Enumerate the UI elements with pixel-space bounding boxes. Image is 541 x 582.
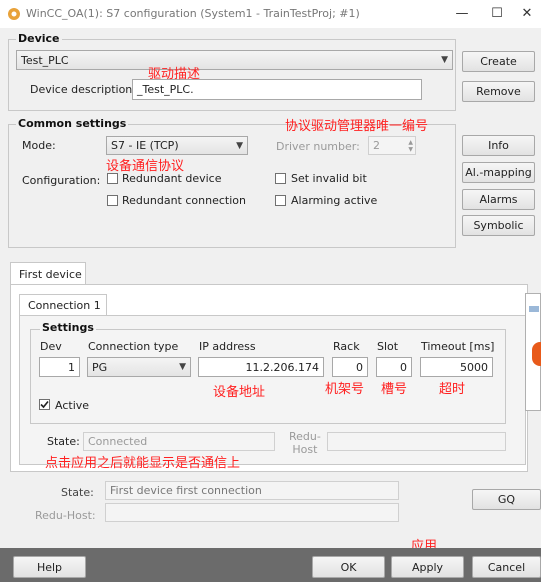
al-mapping-button[interactable]: Al.-mapping [462, 162, 535, 183]
timeout-label: Timeout [ms] [421, 340, 495, 353]
create-button[interactable]: Create [462, 51, 535, 72]
symbolic-button[interactable]: Symbolic [462, 215, 535, 236]
alarms-button[interactable]: Alarms [462, 189, 535, 210]
device-redu-host-field [105, 503, 399, 522]
rack-input[interactable]: 0 [332, 357, 368, 377]
settings-group-label: Settings [40, 321, 96, 334]
timeout-input[interactable]: 5000 [420, 357, 493, 377]
annotation-slot: 槽号 [381, 382, 408, 397]
chevron-down-icon: ▼ [441, 55, 448, 65]
annotation-timeout: 超时 [439, 382, 466, 397]
mode-label: Mode: [22, 139, 56, 152]
device-redu-host-label: Redu-Host: [35, 509, 96, 522]
annotation-apply-status: 点击应用之后就能显示是否通信上 [45, 456, 241, 471]
ok-button[interactable]: OK [312, 556, 385, 578]
window-title: WinCC_OA(1): S7 configuration (System1 -… [26, 7, 360, 20]
checkmark-icon [40, 400, 49, 409]
tab-connection-1[interactable]: Connection 1 [19, 294, 107, 316]
background-dialog-fragment [525, 293, 541, 411]
device-state-label: State: [61, 486, 94, 499]
redu-host-label: Redu- Host [289, 430, 321, 456]
maximize-icon[interactable]: ☐ [483, 3, 511, 25]
device-select[interactable]: Test_PLC ▼ [16, 50, 453, 70]
ip-address-input[interactable]: 11.2.206.174 [198, 357, 324, 377]
slot-input[interactable]: 0 [376, 357, 412, 377]
active-label: Active [55, 399, 90, 412]
device-description-label: Device description: [30, 83, 136, 96]
redundant-device-label: Redundant device [122, 172, 222, 185]
connection-type-value: PG [92, 360, 108, 374]
chevron-down-icon: ▼ [179, 362, 186, 372]
gq-button[interactable]: GQ [472, 489, 541, 510]
error-icon [532, 342, 541, 366]
help-button[interactable]: Help [13, 556, 86, 578]
alarming-active-checkbox[interactable] [275, 195, 286, 206]
common-settings-label: Common settings [16, 117, 129, 130]
device-state-field: First device first connection [105, 481, 399, 500]
annotation-driver-description: 驱动描述 [148, 67, 201, 82]
close-icon[interactable]: ✕ [513, 3, 541, 25]
dialog-title-icon [529, 306, 539, 312]
remove-button[interactable]: Remove [462, 81, 535, 102]
device-group-label: Device [16, 32, 62, 45]
connection-state-label: State: [47, 435, 80, 448]
mode-select-value: S7 - IE (TCP) [111, 139, 179, 152]
annotation-ip-address: 设备地址 [213, 385, 266, 400]
app-icon [8, 8, 20, 20]
mode-select[interactable]: S7 - IE (TCP) ▼ [106, 136, 248, 155]
spinner-arrows-icon[interactable]: ▲ ▼ [408, 139, 413, 153]
cancel-button[interactable]: Cancel [472, 556, 541, 578]
set-invalid-bit-label: Set invalid bit [291, 172, 367, 185]
apply-button[interactable]: Apply [391, 556, 464, 578]
device-description-input[interactable]: _Test_PLC. [132, 79, 422, 100]
minimize-icon[interactable]: — [448, 3, 476, 25]
alarming-active-label: Alarming active [291, 194, 378, 207]
chevron-down-icon: ▼ [236, 140, 243, 151]
active-checkbox[interactable] [39, 399, 50, 410]
driver-number-value: 2 [373, 139, 380, 152]
driver-number-spinner[interactable]: 2 ▲ ▼ [368, 136, 416, 155]
ip-address-label: IP address [199, 340, 256, 353]
tab-first-device[interactable]: First device [10, 262, 86, 285]
connection-type-select[interactable]: PG ▼ [87, 357, 191, 377]
title-bar: WinCC_OA(1): S7 configuration (System1 -… [0, 0, 541, 28]
connection-state-field: Connected [83, 432, 275, 451]
configuration-label: Configuration: [22, 174, 101, 187]
rack-label: Rack [333, 340, 360, 353]
dev-label: Dev [40, 340, 62, 353]
slot-label: Slot [377, 340, 399, 353]
redu-host-label-line2: Host [292, 443, 318, 456]
redundant-connection-checkbox[interactable] [107, 195, 118, 206]
redu-host-field [327, 432, 506, 451]
driver-number-label: Driver number: [276, 140, 360, 153]
annotation-driver-number: 协议驱动管理器唯一编号 [285, 119, 429, 134]
dev-input[interactable]: 1 [39, 357, 80, 377]
set-invalid-bit-checkbox[interactable] [275, 173, 286, 184]
device-select-value: Test_PLC [21, 53, 69, 67]
redu-host-label-line1: Redu- [289, 430, 321, 443]
annotation-rack: 机架号 [325, 382, 365, 397]
info-button[interactable]: Info [462, 135, 535, 156]
connection-type-label: Connection type [88, 340, 179, 353]
redundant-connection-label: Redundant connection [122, 194, 246, 207]
redundant-device-checkbox[interactable] [107, 173, 118, 184]
